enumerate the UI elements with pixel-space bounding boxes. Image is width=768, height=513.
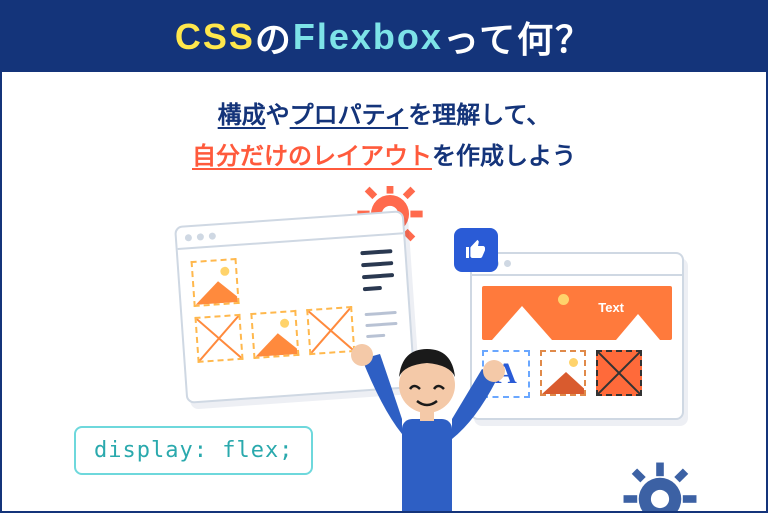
thumbnail-tile bbox=[596, 350, 642, 396]
window-titlebar bbox=[472, 254, 682, 276]
sub-d: を理解して、 bbox=[408, 102, 550, 129]
gear-icon bbox=[622, 461, 698, 511]
title-what: って何？ bbox=[443, 11, 593, 63]
sub2-a: 自分だけのレイアウト bbox=[192, 143, 432, 170]
thumbs-up-icon bbox=[454, 228, 498, 272]
code-bubble: display: flex; bbox=[74, 426, 313, 475]
sub-b: や bbox=[266, 102, 290, 129]
sub-c: プロパティ bbox=[290, 102, 409, 129]
thumbnail-tile bbox=[194, 313, 243, 362]
subtitle-line2: 自分だけのレイアウトを作成しよう bbox=[2, 137, 766, 178]
person-illustration bbox=[332, 299, 522, 511]
thumbnail-tile bbox=[540, 350, 586, 396]
title-bar: CSS の Flexbox って何？ bbox=[2, 2, 766, 72]
sub-a: 構成 bbox=[218, 102, 266, 129]
sub2-b: を作成しよう bbox=[432, 143, 576, 170]
banner-text: Text bbox=[598, 300, 624, 315]
illustration-stage: Text A displa bbox=[2, 186, 766, 511]
title-no: の bbox=[255, 11, 293, 63]
hero-banner: CSS の Flexbox って何？ 構成やプロパティを理解して、 自分だけのレ… bbox=[0, 0, 768, 513]
thumbnail-tile bbox=[191, 258, 240, 307]
title-css: CSS bbox=[175, 16, 255, 58]
subtitle-line1: 構成やプロパティを理解して、 bbox=[2, 96, 766, 137]
title-flexbox: Flexbox bbox=[293, 16, 443, 58]
thumbnail-tile bbox=[250, 310, 299, 359]
subtitle: 構成やプロパティを理解して、 自分だけのレイアウトを作成しよう bbox=[2, 72, 766, 186]
